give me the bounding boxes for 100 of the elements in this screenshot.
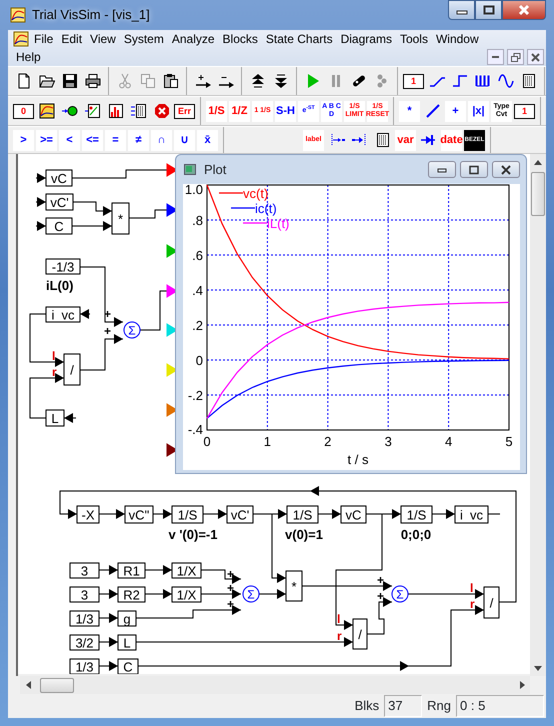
toolbar-button[interactable]: + (445, 100, 466, 122)
menu-item[interactable]: Window (432, 30, 483, 48)
toolbar-button[interactable]: |x| (468, 100, 489, 122)
document-close-button[interactable] (527, 49, 544, 65)
connector-line (200, 570, 242, 584)
port-sign: + (377, 589, 384, 603)
minimize-icon (492, 56, 499, 58)
up-triangles-icon (250, 73, 266, 89)
toolbar-button[interactable]: ∩ (151, 130, 172, 150)
restore-icon (510, 52, 521, 62)
menu-item[interactable]: Help (12, 48, 45, 66)
menu-item[interactable]: System (120, 30, 168, 48)
toolbar-button[interactable]: Err (174, 104, 195, 118)
toolbar-button[interactable]: x̄ (197, 130, 218, 150)
axis-tick-label: -.4 (188, 422, 203, 437)
connector-line (98, 661, 118, 671)
scroll-thumb[interactable] (40, 678, 74, 692)
xy-plot-icon (84, 103, 100, 119)
menu-item[interactable]: Analyze (168, 30, 219, 48)
diagram-block: 1/3 (70, 658, 100, 674)
menu-item[interactable]: Diagrams (336, 30, 396, 48)
connector-line (98, 613, 118, 623)
block-note: v '(0)=-1 (168, 527, 218, 542)
port-sign: + (377, 573, 384, 587)
menu-item[interactable]: View (86, 30, 120, 48)
status-field: 37 (384, 695, 422, 717)
status-label: Blks (354, 697, 380, 716)
axis-title: t / s (348, 452, 368, 467)
diagram-block: 3 (70, 586, 100, 602)
document-minimize-button[interactable] (487, 49, 504, 65)
diagram-block: / (64, 354, 80, 386)
close-button[interactable] (492, 161, 520, 178)
sum-block: Σ (392, 586, 408, 602)
toolbar-button[interactable]: 1 (514, 104, 535, 118)
diagram-block: 1/S (400, 506, 432, 524)
minimize-button[interactable] (448, 0, 475, 20)
toolbar-button[interactable]: ≠ (128, 130, 149, 150)
connector-line (140, 290, 168, 330)
close-icon (517, 4, 531, 16)
menu-item[interactable]: Blocks (218, 30, 262, 48)
menu-item[interactable]: File (30, 30, 58, 48)
connector-line (98, 565, 118, 575)
grid-icon (374, 132, 390, 148)
toolbar-button[interactable]: < (59, 130, 80, 150)
printer-icon (84, 73, 100, 89)
diagram-block: * (112, 202, 130, 234)
toolbar-button[interactable]: 1/Z (229, 100, 250, 122)
document-restore-button[interactable] (507, 49, 524, 65)
axis-tick-label: 5 (505, 434, 513, 449)
window-title: Plot (204, 160, 226, 179)
legend-label: iL(t) (267, 216, 290, 231)
maximize-button[interactable] (460, 161, 488, 178)
menu-item[interactable]: Tools (396, 30, 432, 48)
diagram-block: C (46, 218, 72, 234)
horizontal-scrollbar[interactable] (20, 676, 530, 694)
table-icon (130, 103, 146, 119)
app-icon[interactable] (12, 31, 30, 47)
down-triangles-icon (272, 73, 288, 89)
toolbar-button[interactable]: 1/S (206, 100, 227, 122)
menu-item[interactable]: Edit (57, 30, 86, 48)
axis-tick-label: 2 (324, 434, 332, 449)
document-icon (16, 73, 32, 89)
down-arrow-icon (534, 666, 542, 670)
diagram-block: vC'' (124, 506, 154, 524)
legend-line (219, 192, 243, 194)
axis-tick-label: .4 (192, 283, 203, 298)
connector-line (36, 173, 46, 183)
vertical-scrollbar[interactable] (530, 154, 546, 676)
diagram-block: vC (340, 506, 366, 524)
sum-block: Σ (124, 322, 140, 338)
axis-tick-label: 1 (264, 434, 272, 449)
axis-tick-label: 0 (196, 353, 203, 368)
toolbar-button[interactable]: <= (82, 130, 103, 150)
menu-item[interactable]: State Charts (262, 30, 337, 48)
toolbar-button[interactable]: date (441, 130, 462, 150)
toolbar-button[interactable]: 1 (403, 74, 424, 88)
connector-line (128, 210, 168, 218)
connector-line (80, 334, 124, 370)
toolbar-button[interactable]: >= (36, 130, 57, 150)
port-sign: r (52, 365, 57, 379)
toolbar-button[interactable]: S-H (275, 100, 296, 122)
toolbar-button[interactable]: var (395, 130, 416, 150)
toolbar-button[interactable]: = (105, 130, 126, 150)
toolbar-button[interactable]: 0 (13, 104, 34, 118)
connector-line (36, 221, 46, 231)
diagram-block: -1/3 (46, 258, 80, 274)
close-button[interactable] (502, 0, 546, 20)
port-sign: + (104, 324, 112, 338)
maximize-button[interactable] (475, 0, 502, 20)
toolbar-button[interactable]: ∪ (174, 130, 195, 150)
scroll-thumb[interactable] (531, 172, 545, 216)
sine-wave-icon (498, 73, 514, 89)
toolbar-button[interactable]: * (399, 100, 420, 122)
toolbar-button[interactable]: > (13, 130, 34, 150)
axis-tick-label: .2 (192, 318, 203, 333)
copy-icon (140, 73, 156, 89)
maximize-icon (482, 5, 494, 15)
close-icon (530, 52, 541, 62)
minimize-button[interactable] (428, 161, 456, 178)
connector-line (144, 565, 172, 575)
